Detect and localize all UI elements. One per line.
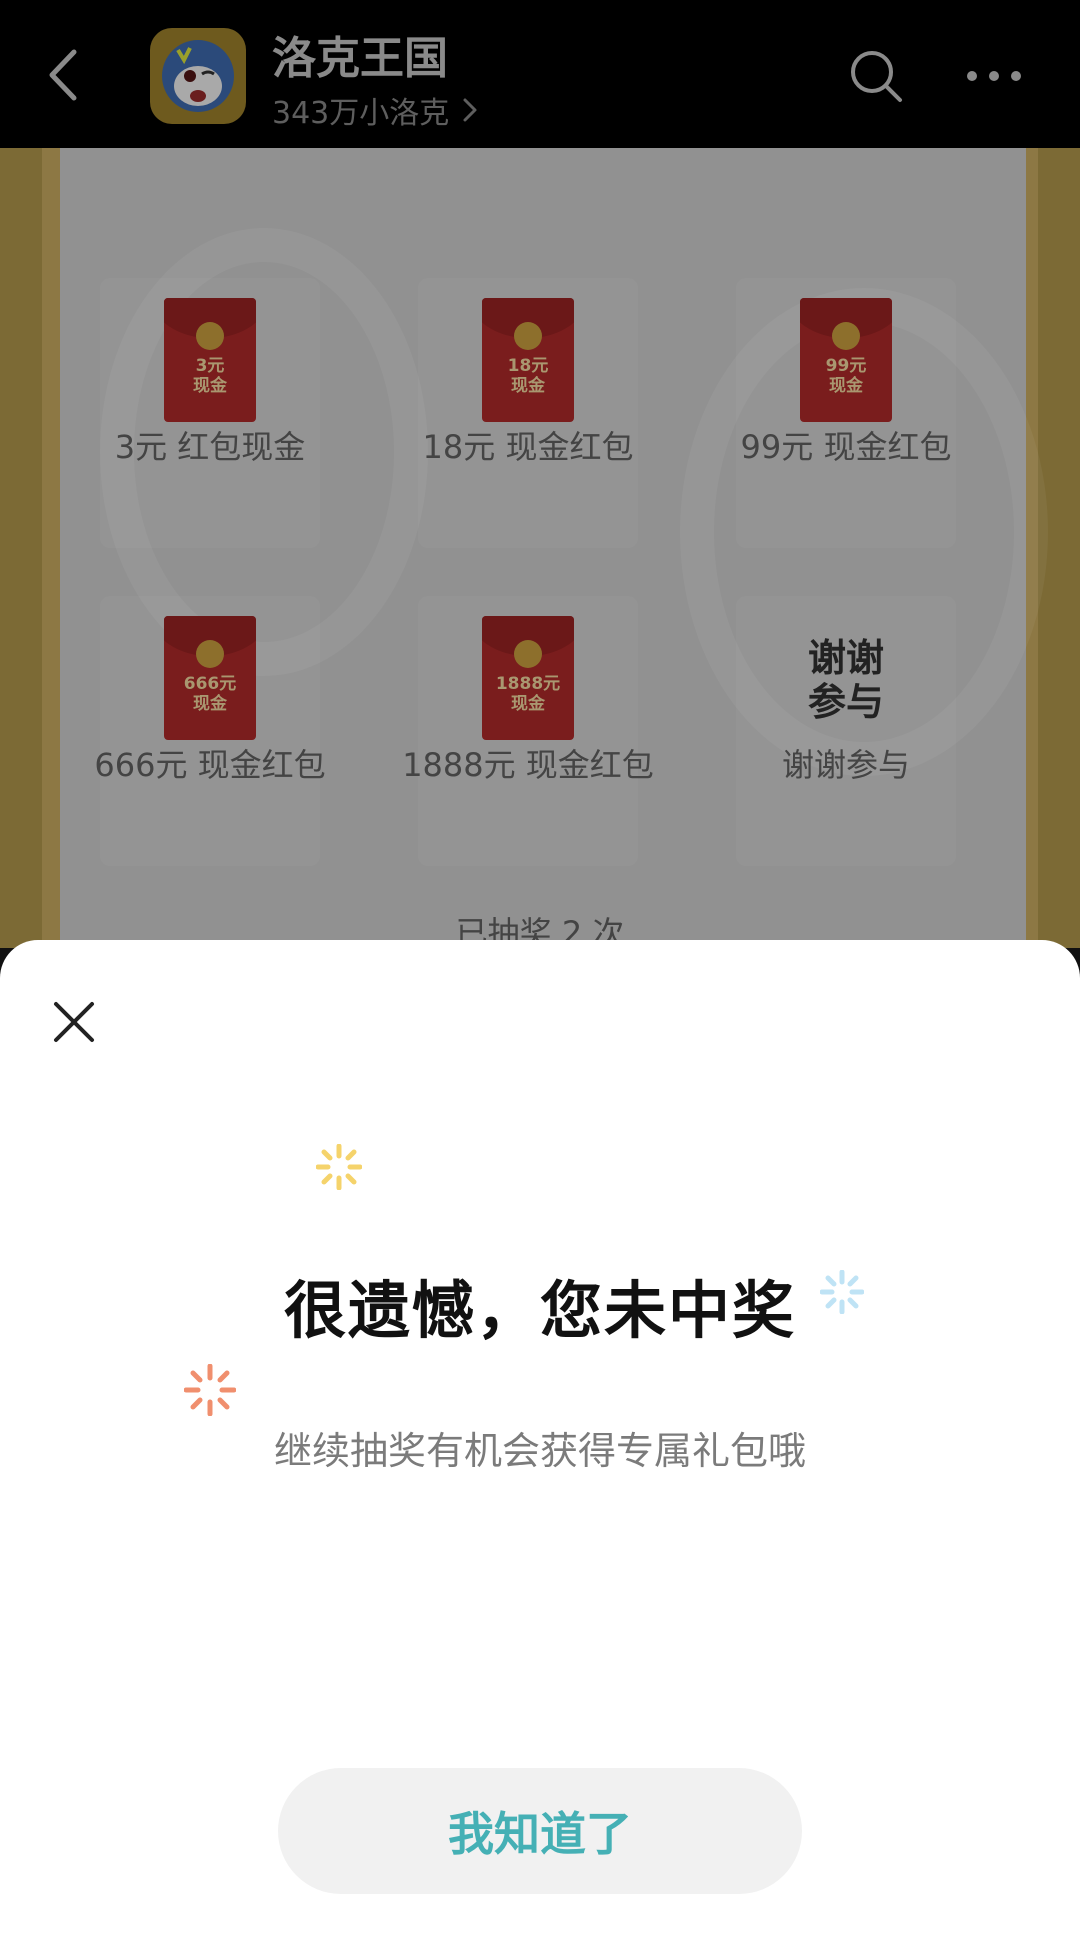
result-dialog: 很遗憾，您未中奖 继续抽奖有机会获得专属礼包哦 我知道了 xyxy=(0,940,1080,1940)
top-nav-bar: 洛克王国 343万小洛克 xyxy=(0,0,1080,148)
prize-cell: 1888元 现金 1888元 现金红包 xyxy=(378,596,678,896)
prize-cell: 666元 现金 666元 现金红包 xyxy=(60,596,360,896)
search-button[interactable] xyxy=(848,48,904,104)
red-envelope-icon: 1888元 现金 xyxy=(482,616,574,740)
acknowledge-button[interactable]: 我知道了 xyxy=(278,1768,802,1894)
red-envelope-icon: 99元 现金 xyxy=(800,298,892,422)
sparkle-icon xyxy=(316,1144,362,1190)
prize-label: 18元 现金红包 xyxy=(422,428,634,466)
result-title: 很遗憾，您未中奖 xyxy=(283,1274,796,1347)
red-envelope-icon: 3元 现金 xyxy=(164,298,256,422)
thanks-participation-icon: 谢谢 参与 xyxy=(807,636,884,724)
prize-label: 99元 现金红包 xyxy=(740,428,952,466)
chevron-right-icon xyxy=(463,98,477,122)
close-icon xyxy=(54,1002,94,1042)
result-subtitle: 继续抽奖有机会获得专属礼包哦 xyxy=(273,1429,806,1473)
prize-label: 谢谢参与 xyxy=(781,746,910,784)
prize-cell: 谢谢 参与 谢谢参与 xyxy=(696,596,996,896)
sparkle-icon xyxy=(184,1364,236,1416)
prize-label: 1888元 现金红包 xyxy=(402,746,654,784)
follower-count-link[interactable]: 343万小洛克 xyxy=(272,88,481,132)
red-envelope-icon: 18元 现金 xyxy=(482,298,574,422)
prize-cell: 99元 现金 99元 现金红包 xyxy=(696,278,996,578)
prize-label: 3元 红包现金 xyxy=(114,428,306,466)
close-button[interactable] xyxy=(50,998,98,1046)
red-envelope-icon: 666元 现金 xyxy=(164,616,256,740)
more-options-button[interactable] xyxy=(964,56,1024,96)
search-icon xyxy=(851,51,902,102)
lottery-background: 3元 现金 3元 红包现金 18元 现金 18元 现金红包 99元 现金 99元… xyxy=(0,148,1080,948)
follower-count: 343万小洛克 xyxy=(272,96,450,131)
prize-cell: 18元 现金 18元 现金红包 xyxy=(378,278,678,578)
more-dots-icon xyxy=(967,71,1021,81)
back-button[interactable] xyxy=(40,44,90,106)
chevron-left-icon xyxy=(49,49,77,101)
prize-label: 666元 现金红包 xyxy=(94,746,326,784)
app-logo[interactable] xyxy=(150,28,246,124)
prize-cell: 3元 现金 3元 红包现金 xyxy=(60,278,360,578)
app-name: 洛克王国 xyxy=(272,33,448,84)
